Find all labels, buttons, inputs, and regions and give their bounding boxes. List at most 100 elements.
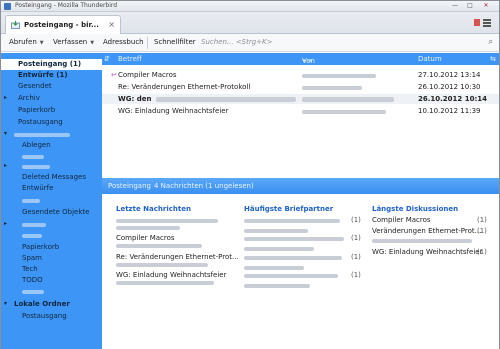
message-date: 27.10.2012 13:14 (418, 71, 481, 79)
redacted-partner[interactable] (244, 237, 344, 241)
redacted-partner (244, 247, 314, 251)
recent-message-link[interactable]: WG: Einladung Weihnachtsfeier (116, 271, 226, 279)
redacted-folder[interactable] (1, 195, 102, 206)
folder-todo[interactable]: TODO (1, 275, 102, 286)
folder-trash[interactable]: Papierkorb (1, 105, 102, 116)
folder-label: Gesendete Objekte (22, 208, 90, 216)
folder-label: Entwürfe (22, 184, 54, 192)
folder-label: Tech (22, 265, 38, 273)
folder-ablegen[interactable]: Ablegen (1, 140, 102, 151)
folder-label: Entwürfe (1) (18, 71, 68, 79)
folder-label: Spam (22, 254, 42, 262)
message-row[interactable]: ↩ Compiler Macros 27.10.2012 13:14 (102, 70, 499, 80)
maximize-button[interactable]: □ (464, 2, 476, 10)
redacted-folder-name (22, 165, 50, 169)
redacted-folder[interactable]: ▸ (1, 161, 102, 172)
local-folders-account[interactable]: ▾ Lokale Ordner (1, 299, 102, 310)
redacted-subject (156, 97, 296, 102)
chevron-down-icon[interactable]: ▼ (40, 40, 44, 46)
folder-label: Archiv (18, 94, 40, 102)
summary-folder-name: Posteingang (108, 182, 151, 190)
expand-icon[interactable]: ▸ (4, 220, 7, 227)
thread-column-icon[interactable]: ⇵ (104, 55, 110, 63)
folder-spam[interactable]: Spam (1, 253, 102, 264)
expand-icon[interactable]: ▸ (4, 94, 7, 101)
folder-drafts[interactable]: Entwürfe (1) (1, 70, 102, 81)
thread-count: (1) (477, 227, 487, 235)
message-row[interactable]: WG: Einladung Weihnachtsfeier 10.10.2012… (102, 106, 499, 116)
redacted-sender (302, 74, 376, 78)
folder-sent-objects[interactable]: Gesendete Objekte (1, 207, 102, 218)
folder-tech[interactable]: Tech (1, 264, 102, 275)
column-picker-icon[interactable]: ⇆ (490, 55, 496, 63)
tab-close-icon[interactable]: × (108, 20, 115, 29)
thread-count: (1) (477, 216, 487, 224)
minimize-button[interactable]: — (449, 2, 461, 10)
message-subject: Re: Veränderungen Ethernet-Protokoll (118, 83, 251, 91)
folder-pane: Posteingang (1) Entwürfe (1) Gesendet ▸ A… (1, 53, 102, 349)
folder-local-outbox[interactable]: Postausgang (1, 311, 102, 322)
folder-outbox[interactable]: Postausgang (1, 117, 102, 128)
chevron-down-icon[interactable]: ▼ (90, 40, 94, 46)
redacted-sender (302, 86, 362, 90)
folder-label: Deleted Messages (22, 173, 86, 181)
summary-message-count: 4 Nachrichten (1 ungelesen) (154, 182, 254, 190)
toolbar-divider (147, 37, 148, 49)
thread-link[interactable]: Veränderungen Ethernet-Prot... (372, 227, 481, 235)
compose-label: Verfassen (53, 38, 88, 46)
folder-drafts-2[interactable]: Entwürfe (1, 183, 102, 194)
search-field[interactable]: Suchen... <Strg+K> ⌕ (197, 37, 495, 49)
get-mail-button[interactable]: Abrufen ▼ (9, 38, 44, 46)
column-date[interactable]: Datum (418, 55, 442, 63)
longest-threads-heading: Längste Diskussionen (372, 205, 459, 213)
thread-link[interactable]: WG: Einladung Weihnachtsfeier (372, 248, 482, 256)
app-menu-icon[interactable] (473, 17, 493, 29)
second-account[interactable]: ▾ (1, 129, 102, 140)
message-list-header: ⇵ Betreff •⇢ Von Datum ⇆ (102, 53, 499, 65)
redacted-sender (302, 97, 394, 102)
collapse-icon[interactable]: ▾ (4, 300, 7, 307)
redacted-folder[interactable]: ▸ (1, 219, 102, 230)
tab-inbox[interactable]: Posteingang - bir... × (5, 15, 121, 34)
redacted-folder-name (22, 223, 46, 227)
redacted-folder[interactable] (1, 286, 102, 297)
message-subject: WG: Einladung Weihnachtsfeier (118, 107, 229, 115)
search-icon[interactable]: ⌕ (489, 37, 493, 47)
folder-label: Ablegen (22, 141, 51, 149)
window-title: Posteingang - Mozilla Thunderbird (15, 2, 118, 9)
folder-deleted-messages[interactable]: Deleted Messages (1, 172, 102, 183)
get-mail-label: Abrufen (9, 38, 37, 46)
folder-sent[interactable]: Gesendet (1, 81, 102, 92)
redacted-partner[interactable] (244, 219, 340, 223)
redacted-partner[interactable] (244, 256, 342, 260)
thread-count: (1) (477, 248, 487, 256)
quick-filter-button[interactable]: Schnellfilter (154, 38, 196, 46)
close-window-button[interactable]: ✕ (480, 2, 492, 10)
folder-archive[interactable]: ▸ Archiv (1, 93, 102, 104)
folder-trash-2[interactable]: Papierkorb (1, 242, 102, 253)
redacted-folder-name (22, 290, 44, 294)
redacted-partner (244, 229, 308, 233)
compose-button[interactable]: Verfassen ▼ (53, 38, 94, 46)
message-row[interactable]: Re: Veränderungen Ethernet-Protokoll 26.… (102, 82, 499, 92)
redacted-thread[interactable] (372, 239, 472, 243)
address-book-button[interactable]: Adressbuch (103, 38, 144, 46)
summary-header: Posteingang 4 Nachrichten (1 ungelesen) (102, 178, 499, 194)
recent-message-link[interactable]: Re: Veränderungen Ethernet-Prot... (116, 253, 239, 261)
folder-inbox[interactable]: Posteingang (1) (1, 59, 102, 70)
redacted-account-name (14, 133, 70, 137)
tab-strip: Posteingang - bir... × (1, 12, 499, 34)
collapse-icon[interactable]: ▾ (4, 130, 7, 137)
column-subject[interactable]: Betreff (118, 55, 142, 63)
recent-message-link[interactable]: Compiler Macros (116, 234, 175, 242)
recent-messages-heading: Letzte Nachrichten (116, 205, 191, 213)
expand-icon[interactable]: ▸ (4, 162, 7, 169)
redacted-folder[interactable] (1, 230, 102, 241)
inbox-icon (11, 21, 20, 29)
message-row-unread[interactable]: WG: den 26.10.2012 10:14 (102, 94, 499, 104)
title-bar: Posteingang - Mozilla Thunderbird — □ ✕ (1, 1, 499, 12)
redacted-partner[interactable] (244, 274, 338, 278)
message-date: 26.10.2012 10:14 (418, 95, 488, 103)
message-list: ⇵ Betreff •⇢ Von Datum ⇆ ↩ Compiler Macr… (102, 53, 499, 178)
thread-link[interactable]: Compiler Macros (372, 216, 431, 224)
